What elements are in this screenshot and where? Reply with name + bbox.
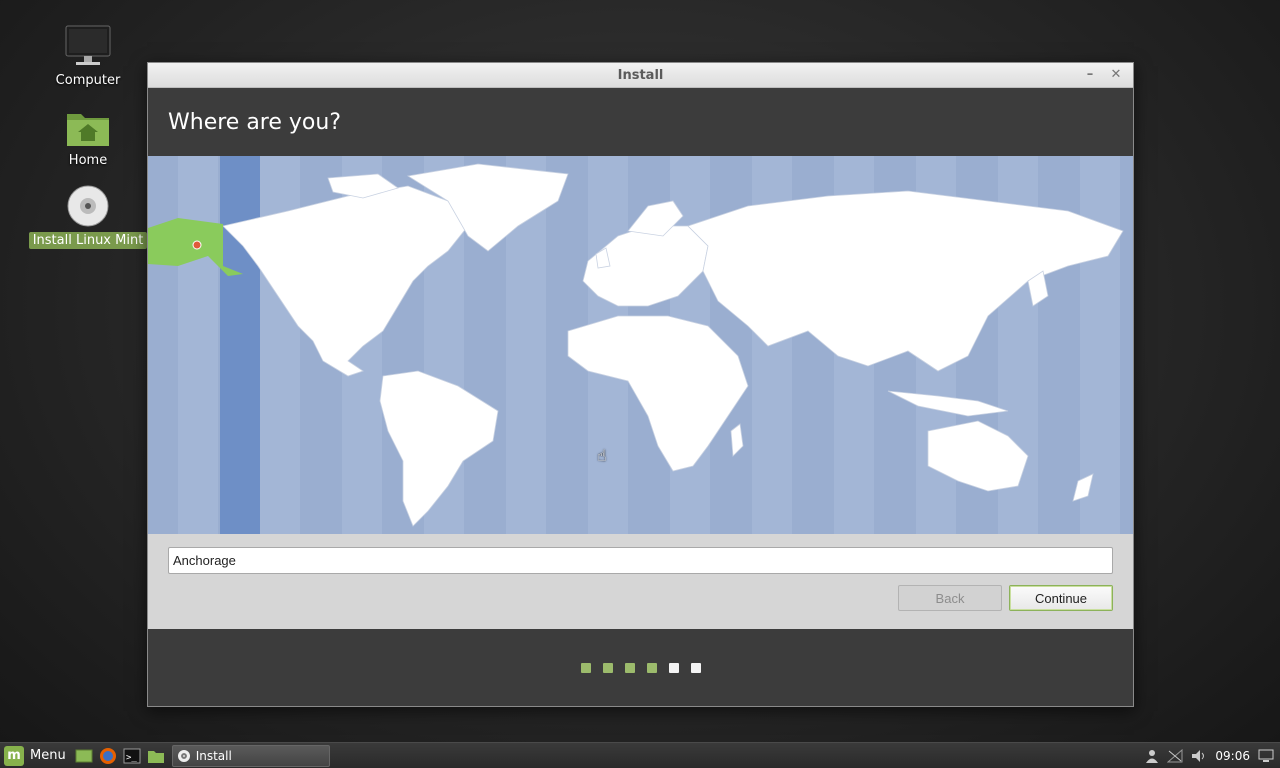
progress-step-done bbox=[580, 662, 591, 673]
menu-label: Menu bbox=[30, 748, 66, 763]
minimize-button[interactable]: – bbox=[1083, 66, 1097, 84]
progress-step-done bbox=[602, 662, 613, 673]
volume-icon[interactable] bbox=[1191, 749, 1207, 763]
page-header: Where are you? bbox=[148, 88, 1133, 156]
firefox-icon[interactable] bbox=[98, 746, 118, 766]
timezone-map[interactable] bbox=[148, 156, 1133, 534]
back-button[interactable]: Back bbox=[898, 585, 1002, 611]
terminal-icon[interactable]: >_ bbox=[122, 746, 142, 766]
display-icon[interactable] bbox=[1258, 749, 1274, 763]
continue-button[interactable]: Continue bbox=[1009, 585, 1113, 611]
window-title: Install bbox=[617, 67, 664, 83]
selected-timezone-band bbox=[220, 156, 260, 534]
page-title: Where are you? bbox=[168, 109, 341, 135]
content-area: Back Continue bbox=[148, 534, 1133, 630]
show-desktop-icon[interactable] bbox=[74, 746, 94, 766]
progress-step-todo bbox=[668, 662, 679, 673]
system-tray: 09:06 bbox=[1145, 748, 1280, 763]
close-button[interactable]: ✕ bbox=[1109, 66, 1123, 84]
progress-footer bbox=[148, 629, 1133, 706]
svg-text:>_: >_ bbox=[126, 753, 137, 763]
files-icon[interactable] bbox=[146, 746, 166, 766]
desktop-icon-label: Computer bbox=[55, 73, 121, 88]
user-icon[interactable] bbox=[1145, 749, 1159, 763]
progress-step-done bbox=[646, 662, 657, 673]
progress-step-done bbox=[624, 662, 635, 673]
install-window: Install – ✕ Where are you? Anchorage Bac… bbox=[147, 62, 1134, 707]
clock[interactable]: 09:06 bbox=[1215, 749, 1250, 763]
timezone-input[interactable] bbox=[168, 547, 1113, 574]
menu-button[interactable]: m Menu bbox=[0, 743, 66, 768]
home-folder-icon bbox=[67, 114, 109, 146]
mint-logo-icon: m bbox=[4, 745, 24, 766]
taskbar-item-label: Install bbox=[195, 748, 232, 763]
hand-cursor-icon: ☝ bbox=[597, 446, 607, 465]
desktop-icon-home[interactable]: Home bbox=[32, 108, 144, 169]
taskbar: m Menu >_ Install 09:06 bbox=[0, 742, 1280, 768]
desktop-icon-install-linux-mint[interactable]: Install Linux Mint bbox=[28, 184, 148, 249]
desktop-icon-computer[interactable]: Computer bbox=[32, 24, 144, 89]
quick-launch: >_ bbox=[74, 746, 166, 766]
cd-icon bbox=[177, 749, 190, 762]
computer-icon bbox=[65, 25, 111, 65]
taskbar-item-install[interactable]: Install bbox=[171, 744, 330, 767]
location-pin-icon bbox=[192, 240, 202, 250]
desktop-icon-label: Install Linux Mint bbox=[28, 232, 148, 249]
progress-step-todo bbox=[690, 662, 701, 673]
network-icon[interactable] bbox=[1167, 748, 1183, 763]
window-titlebar[interactable]: Install – ✕ bbox=[148, 63, 1133, 88]
desktop-icon-label: Home bbox=[68, 153, 108, 168]
cd-icon bbox=[67, 185, 109, 227]
